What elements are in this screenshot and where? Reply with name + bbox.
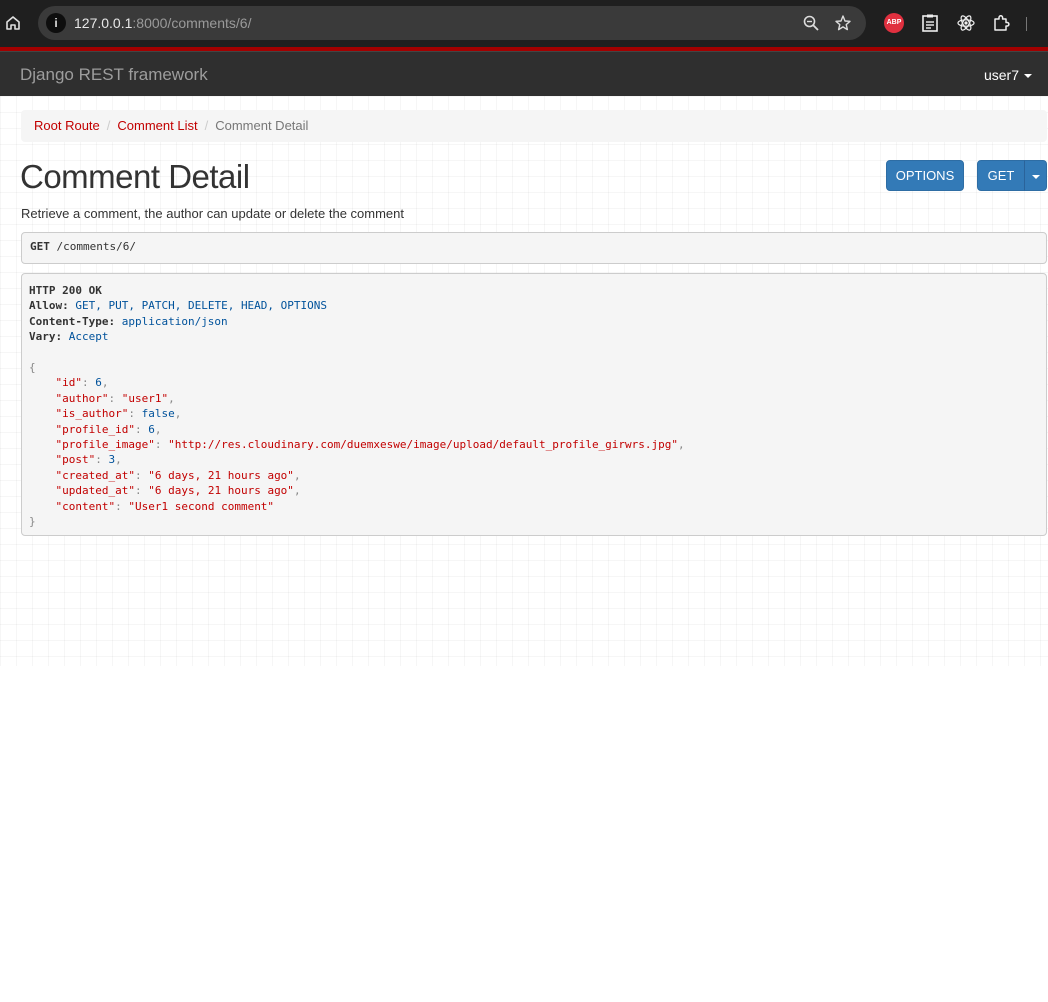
json-key: "created_at" (55, 468, 135, 482)
url-text[interactable]: 127.0.0.1:8000/comments/6/ (74, 15, 251, 31)
bookmark-star-icon[interactable] (834, 14, 852, 32)
json-key: "profile_id" (55, 422, 135, 436)
json-value: "6 days, 21 hours ago" (148, 484, 294, 498)
json-value: 6 (148, 422, 155, 436)
request-info: GET /comments/6/ (21, 232, 1047, 264)
json-comma: , (293, 468, 301, 482)
navbar-brand[interactable]: Django REST framework (20, 65, 208, 85)
response-header-name: Allow: (29, 299, 69, 313)
json-comma: , (115, 453, 122, 467)
json-key: "profile_image" (55, 438, 155, 452)
navbar: Django REST framework user7 (0, 51, 1048, 96)
clipboard-icon[interactable] (920, 13, 940, 33)
toolbar-divider (1026, 17, 1027, 31)
user-name: user7 (983, 67, 1019, 83)
get-button[interactable]: GET (977, 160, 1025, 191)
page-title: Comment Detail (20, 158, 250, 195)
page-description: Retrieve a comment, the author can updat… (21, 206, 404, 221)
json-colon: : (134, 484, 149, 498)
response-header-value: GET, PUT, PATCH, DELETE, HEAD, OPTIONS (75, 299, 328, 313)
breadcrumb-comment-detail: Comment Detail (215, 118, 309, 133)
json-value: 6 (95, 376, 102, 390)
zoom-icon[interactable] (802, 14, 820, 32)
site-info-icon[interactable]: i (46, 13, 66, 33)
json-value: "http://res.cloudinary.com/duemxeswe/ima… (168, 438, 679, 452)
home-icon[interactable] (4, 14, 22, 32)
json-key: "author" (55, 391, 109, 405)
caret-down-icon (1024, 74, 1032, 79)
json-comma: , (154, 422, 162, 436)
url-path: :8000/comments/6/ (132, 15, 252, 31)
json-comma: , (168, 391, 175, 405)
json-key: "content" (55, 499, 116, 513)
response-header-value: application/json (121, 314, 228, 328)
json-colon: : (134, 468, 149, 482)
breadcrumb-root-route[interactable]: Root Route (34, 118, 100, 133)
user-dropdown[interactable]: user7 (984, 67, 1032, 83)
json-colon: : (115, 499, 129, 513)
json-value: "6 days, 21 hours ago" (148, 468, 294, 482)
breadcrumb-separator: / (204, 118, 209, 133)
request-method: GET (30, 240, 50, 253)
json-comma: , (293, 484, 301, 498)
json-key: "post" (55, 453, 96, 467)
json-colon: : (154, 438, 169, 452)
adblock-plus-icon[interactable]: ABP (884, 13, 904, 33)
json-value: false (141, 407, 175, 421)
json-comma: , (174, 407, 182, 421)
json-key: "id" (55, 376, 83, 390)
json-key: "is_author" (55, 407, 129, 421)
options-button[interactable]: OPTIONS (886, 160, 964, 191)
json-comma: , (678, 438, 685, 452)
json-key: "updated_at" (55, 484, 135, 498)
json-brace-open: { (29, 361, 36, 375)
json-value: "user1" (121, 391, 169, 405)
url-host: 127.0.0.1 (74, 15, 133, 31)
json-colon: : (134, 422, 149, 436)
json-value: "User1 second comment" (128, 499, 275, 513)
response-header-name: Vary: (29, 330, 63, 344)
response-header-name: Content-Type: (29, 314, 116, 328)
address-bar[interactable]: i 127.0.0.1:8000/comments/6/ (38, 6, 866, 40)
json-brace-close: } (29, 515, 36, 529)
react-devtools-icon[interactable] (956, 13, 976, 33)
json-colon: : (128, 407, 142, 421)
get-format-dropdown-button[interactable] (1024, 160, 1047, 191)
json-colon: : (108, 391, 122, 405)
request-path: /comments/6/ (49, 240, 136, 253)
response-status: HTTP 200 OK (29, 284, 102, 297)
response-info: HTTP 200 OK Allow: GET, PUT, PATCH, DELE… (21, 273, 1047, 536)
extensions-puzzle-icon[interactable] (992, 13, 1012, 33)
json-comma: , (101, 376, 109, 390)
caret-down-icon (1031, 174, 1040, 179)
breadcrumb: Root Route / Comment List / Comment Detail (21, 110, 1047, 142)
breadcrumb-comment-list[interactable]: Comment List (117, 118, 197, 133)
browser-toolbar: i 127.0.0.1:8000/comments/6/ ABP (0, 0, 1048, 47)
json-colon: : (82, 376, 96, 390)
response-header-value: Accept (68, 330, 109, 344)
breadcrumb-separator: / (106, 118, 111, 133)
json-colon: : (95, 453, 109, 467)
